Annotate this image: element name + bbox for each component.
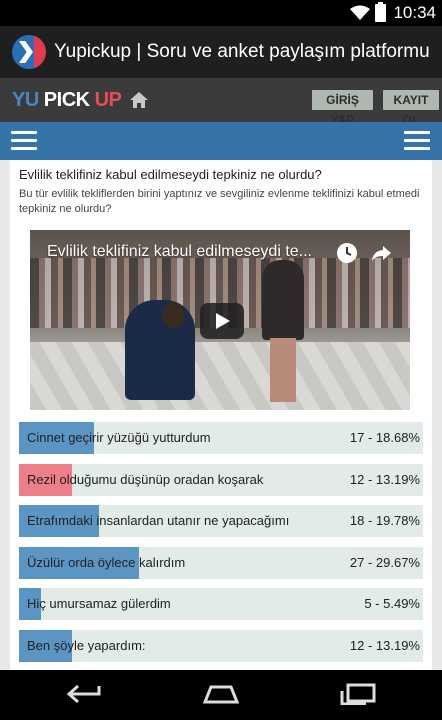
login-button[interactable]: GİRİŞ YAP bbox=[312, 90, 373, 127]
answer-label: Cinnet geçirir yüzüğü yutturdum bbox=[27, 430, 211, 445]
brand-up: UP bbox=[94, 88, 122, 111]
nav-bar bbox=[0, 122, 442, 160]
site-header: YU PICK UP GİRİŞ YAP KAYIT OL bbox=[0, 78, 442, 127]
answer-stats: 18 - 19.78% bbox=[349, 513, 420, 528]
answer-stats: 12 - 13.19% bbox=[349, 637, 420, 653]
play-icon[interactable] bbox=[200, 303, 244, 339]
answer-stats: 17 - 18.68% bbox=[349, 430, 420, 445]
answer-stats: 12 - 13.19% bbox=[349, 471, 420, 487]
question-title: Evlilik teklifiniz kabul edilmeseydi tep… bbox=[19, 167, 322, 182]
wifi-icon bbox=[350, 5, 370, 20]
brand-pick: PICK bbox=[43, 88, 90, 111]
answer-option[interactable]: Hiç umursamaz gülerdim 5 - 5.49% bbox=[19, 588, 423, 620]
video-title[interactable]: Evlilik teklifiniz kabul edilmeseydi te.… bbox=[47, 243, 327, 261]
register-button[interactable]: KAYIT OL bbox=[383, 90, 439, 127]
answer-label: Rezil olduğumu düşünüp oradan koşarak bbox=[27, 471, 264, 487]
answer-list: Cinnet geçirir yüzüğü yutturdum 17 - 18.6… bbox=[19, 422, 423, 670]
answer-label: Üzülür orda öylece kalırdım bbox=[27, 554, 186, 570]
answer-option[interactable]: Rezil olduğumu düşünüp oradan koşarak 12 … bbox=[19, 463, 423, 496]
answer-label: Ben şöyle yapardım: bbox=[27, 637, 146, 653]
back-icon[interactable] bbox=[66, 683, 102, 705]
home-icon[interactable] bbox=[129, 90, 149, 110]
share-icon[interactable] bbox=[370, 242, 392, 264]
answer-label: Etrafımdaki insanlardan utanır ne yapaca… bbox=[27, 513, 290, 528]
app-bar: Yupickup | Soru ve anket paylaşım platfo… bbox=[0, 26, 442, 78]
home-nav-icon[interactable] bbox=[201, 684, 241, 704]
video-player[interactable]: Evlilik teklifiniz kabul edilmeseydi te.… bbox=[30, 230, 410, 410]
question-card: Evlilik teklifiniz kabul edilmeseydi tep… bbox=[10, 160, 432, 670]
video-woman-legs bbox=[270, 338, 296, 402]
clock-icon[interactable] bbox=[336, 242, 358, 264]
answer-option[interactable]: Etrafımdaki insanlardan utanır ne yapaca… bbox=[19, 505, 423, 537]
app-logo-icon bbox=[12, 35, 46, 69]
clock-time: 10:34 bbox=[393, 3, 436, 22]
video-man-figure bbox=[125, 300, 195, 400]
site-logo[interactable]: YU PICK UP bbox=[12, 88, 122, 112]
recent-apps-icon[interactable] bbox=[340, 683, 376, 705]
answer-option[interactable]: Üzülür orda öylece kalırdım 27 - 29.67% bbox=[19, 546, 423, 579]
menu-icon-left[interactable] bbox=[11, 131, 37, 151]
question-description: Bu tür evlilik tekliflerden birini yaptı… bbox=[19, 188, 420, 215]
status-bar: 10:34 bbox=[0, 0, 442, 26]
system-nav-bar bbox=[0, 670, 442, 720]
answer-stats: 5 - 5.49% bbox=[364, 596, 420, 611]
app-title: Yupickup | Soru ve anket paylaşım platfo… bbox=[54, 41, 430, 62]
answer-option[interactable]: Cinnet geçirir yüzüğü yutturdum 17 - 18.6… bbox=[19, 422, 423, 454]
video-man-head bbox=[162, 302, 184, 328]
video-floor bbox=[30, 342, 410, 410]
brand-yu: YU bbox=[12, 88, 39, 111]
menu-icon-right[interactable] bbox=[404, 131, 430, 151]
battery-icon bbox=[375, 2, 386, 22]
video-woman-figure bbox=[262, 260, 304, 340]
answer-label: Hiç umursamaz gülerdim bbox=[27, 596, 171, 611]
answer-option[interactable]: Ben şöyle yapardım: 12 - 13.19% bbox=[19, 629, 423, 662]
answer-stats: 27 - 29.67% bbox=[349, 554, 420, 570]
